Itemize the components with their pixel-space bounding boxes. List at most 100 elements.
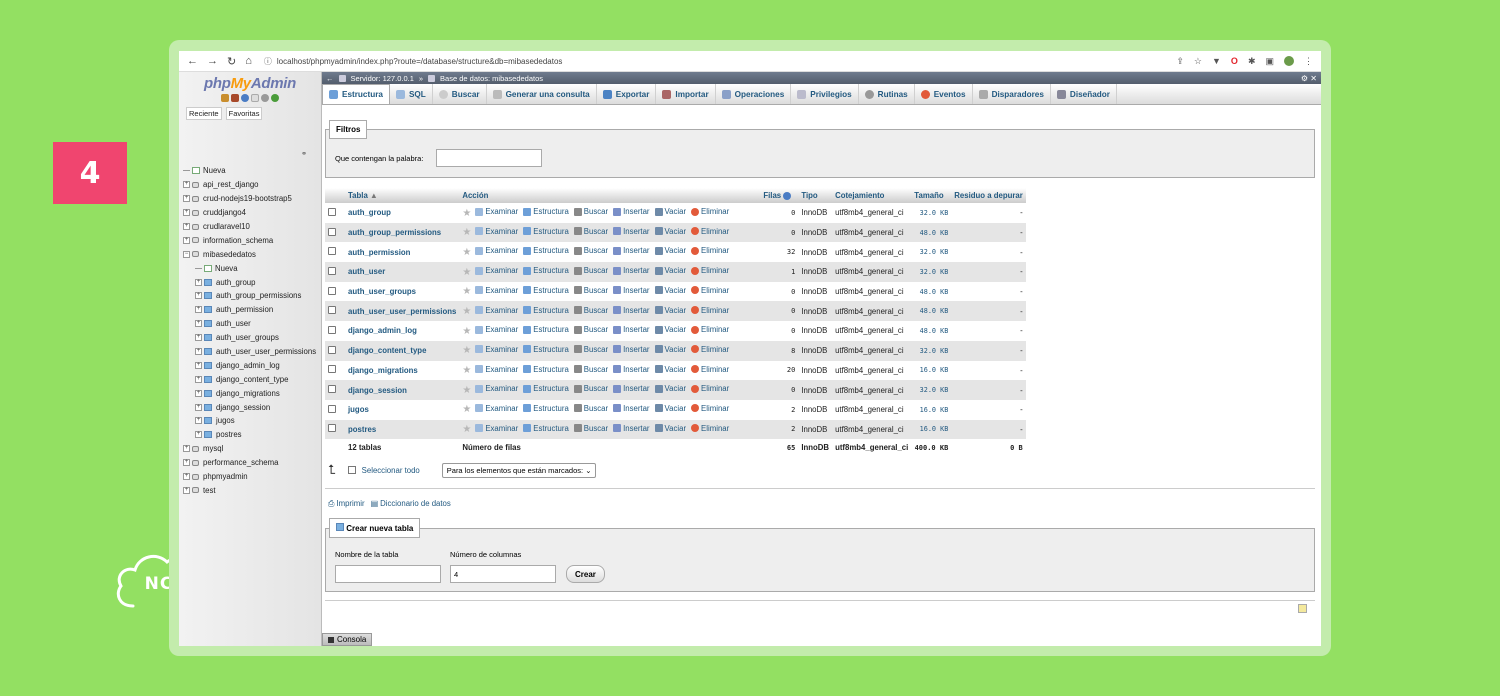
drop-link[interactable]: Eliminar [691,306,729,315]
structure-link[interactable]: Estructura [523,286,569,295]
expand-icon[interactable]: + [195,348,202,356]
tree-table[interactable]: + django_admin_log [183,358,321,372]
tree-db-open[interactable]: − mibasededatos [183,247,321,261]
row-checkbox[interactable] [328,247,336,256]
favorite-star-icon[interactable]: ★ [462,404,471,415]
favorite-star-icon[interactable]: ★ [462,247,471,258]
favorite-star-icon[interactable]: ★ [462,424,471,435]
browse-link[interactable]: Examinar [475,404,518,413]
tree-table[interactable]: + django_content_type [183,372,321,386]
logout-icon[interactable] [231,94,239,102]
tree-db[interactable]: + phpmyadmin [183,470,321,484]
print-link[interactable]: ⎙ Imprimir [328,499,365,509]
table-size[interactable]: 32.0 KB [911,340,952,361]
browse-link[interactable]: Examinar [475,246,518,255]
search-link[interactable]: Buscar [573,207,608,216]
search-link[interactable]: Buscar [573,424,608,433]
docs-icon[interactable] [251,94,259,102]
drop-link[interactable]: Eliminar [691,345,729,354]
drop-link[interactable]: Eliminar [691,286,729,295]
header-collation[interactable]: Cotejamiento [832,188,912,203]
tree-table[interactable]: + auth_user_user_permissions [183,345,321,359]
bulk-action-select[interactable]: Para los elementos que están marcados: ⌄ [441,462,597,478]
select-all-link[interactable]: Seleccionar todo [362,466,420,475]
table-name-link[interactable]: auth_permission [345,242,460,263]
table-size[interactable]: 32.0 KB [911,262,952,282]
drop-link[interactable]: Eliminar [691,365,729,374]
header-overhead[interactable]: Residuo a depurar [951,188,1026,203]
table-name-link[interactable]: django_session [345,380,460,400]
breadcrumb-database[interactable]: Base de datos: mibasededatos [440,74,543,83]
structure-link[interactable]: Estructura [523,345,569,354]
tab-privileges[interactable]: Privilegios [791,84,859,104]
empty-link[interactable]: Vaciar [654,384,686,393]
tree-table[interactable]: + postres [183,428,321,442]
browse-link[interactable]: Examinar [475,306,518,315]
tree-db[interactable]: + crudlaravel10 [183,220,321,234]
table-name-link[interactable]: auth_user [345,262,460,282]
expand-icon[interactable]: + [195,320,202,328]
expand-icon[interactable]: + [183,473,190,481]
empty-link[interactable]: Vaciar [654,286,686,295]
drop-link[interactable]: Eliminar [691,227,729,236]
search-link[interactable]: Buscar [573,384,608,393]
empty-link[interactable]: Vaciar [654,404,686,413]
expand-icon[interactable]: + [195,389,202,397]
settings-icon[interactable] [261,94,269,102]
reload-icon[interactable]: ↻ [227,55,236,68]
expand-icon[interactable]: + [195,417,202,425]
tree-db[interactable]: + mysql [183,442,321,456]
search-link[interactable]: Buscar [573,286,608,295]
favorite-star-icon[interactable]: ★ [462,365,471,376]
row-checkbox[interactable] [328,424,336,433]
tree-db[interactable]: + api_rest_django [183,178,321,192]
forward-icon[interactable]: → [207,55,218,68]
tab-sql[interactable]: SQL [390,84,433,104]
tree-table[interactable]: + auth_group_permissions [183,289,321,303]
create-button[interactable]: Crear [566,565,605,583]
insert-link[interactable]: Insertar [613,306,650,315]
insert-link[interactable]: Insertar [613,424,650,433]
tab-operations[interactable]: Operaciones [716,84,792,104]
favorite-star-icon[interactable]: ★ [462,267,471,278]
browse-link[interactable]: Examinar [475,227,518,236]
profile-avatar[interactable] [1284,56,1294,66]
drop-link[interactable]: Eliminar [691,266,729,275]
expand-icon[interactable]: + [195,334,202,342]
table-size[interactable]: 32.0 KB [911,203,952,223]
insert-link[interactable]: Insertar [613,365,650,374]
insert-link[interactable]: Insertar [613,207,650,216]
expand-icon[interactable]: + [195,361,202,369]
search-link[interactable]: Buscar [573,266,608,275]
row-checkbox[interactable] [328,286,336,295]
table-name-link[interactable]: auth_user_groups [345,281,460,302]
expand-icon[interactable]: + [183,486,190,494]
empty-link[interactable]: Vaciar [654,306,686,315]
tree-db[interactable]: + test [183,483,321,497]
favorite-star-icon[interactable]: ★ [462,326,471,337]
search-link[interactable]: Buscar [573,404,608,413]
back-icon[interactable]: ← [187,55,198,68]
row-checkbox[interactable] [328,365,336,374]
row-checkbox[interactable] [328,227,336,236]
search-link[interactable]: Buscar [573,365,608,374]
table-size[interactable]: 16.0 KB [911,419,952,440]
favorite-star-icon[interactable]: ★ [462,345,471,356]
empty-link[interactable]: Vaciar [654,266,686,275]
table-name-link[interactable]: django_migrations [345,360,460,381]
search-link[interactable]: Buscar [573,306,608,315]
structure-link[interactable]: Estructura [523,384,569,393]
structure-link[interactable]: Estructura [523,266,569,275]
browse-link[interactable]: Examinar [475,384,518,393]
row-checkbox[interactable] [328,345,336,354]
opera-icon[interactable]: O [1231,56,1238,66]
table-size[interactable]: 48.0 KB [911,301,952,322]
expand-icon[interactable]: + [183,445,190,453]
expand-icon[interactable]: + [183,223,190,230]
settings-gear-icon[interactable]: ⚙ ✕ [1301,74,1321,83]
browse-link[interactable]: Examinar [475,345,518,354]
data-dictionary-link[interactable]: ▤ Diccionario de datos [371,499,451,509]
address-bar[interactable]: ⓘ localhost/phpmyadmin/index.php?route=/… [264,54,1177,69]
tree-db[interactable]: + performance_schema [183,456,321,470]
row-checkbox[interactable] [328,325,336,334]
